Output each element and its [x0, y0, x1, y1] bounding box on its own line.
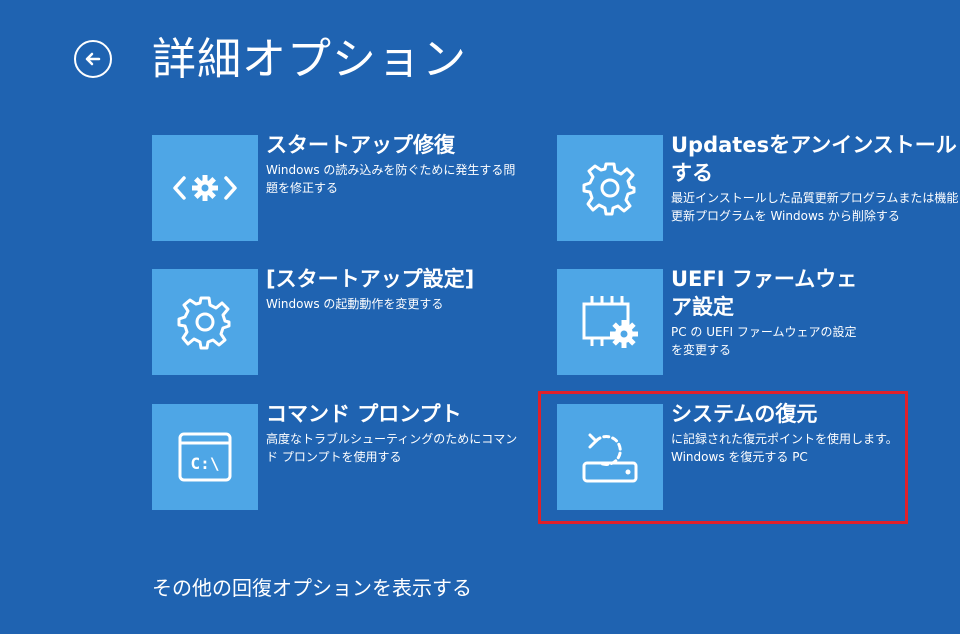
tile-description: Windows の読み込みを防ぐために発生する問題を修正する — [266, 163, 516, 195]
tile-title: UEFI ファームウェア設定 — [671, 267, 858, 319]
gear-icon — [152, 269, 258, 375]
tile-description: PC の UEFI ファームウェアの設定を変更する — [671, 325, 857, 357]
tile-title: [スタートアップ設定] — [266, 267, 475, 291]
startup-repair-icon — [152, 135, 258, 241]
tile-startup-repair[interactable]: スタートアップ修復 Windows の読み込みを防ぐために発生する問題を修正する — [152, 133, 515, 243]
page-title: 詳細オプション — [152, 34, 467, 85]
command-prompt-icon: C:\ — [152, 404, 258, 510]
tile-title: Updatesをアンインストールする — [671, 133, 957, 185]
tile-command-prompt[interactable]: C:\ コマンド プロンプト 高度なトラブルシューティングのためにコマンド プロ… — [152, 402, 517, 512]
arrow-left-icon — [83, 49, 103, 69]
tile-title: スタートアップ修復 — [266, 133, 455, 157]
prompt-text: C:\ — [191, 454, 220, 473]
back-button[interactable] — [74, 40, 112, 78]
gear-icon — [557, 135, 663, 241]
tile-startup-settings[interactable]: [スタートアップ設定] Windows の起動動作を変更する — [152, 267, 512, 377]
tile-uninstall-updates[interactable]: Updatesをアンインストールする 最近インストールした品質更新プログラムまた… — [557, 133, 958, 243]
more-recovery-options-link[interactable]: その他の回復オプションを表示する — [152, 574, 472, 602]
tile-description: Windows の起動動作を変更する — [266, 297, 444, 311]
tile-title: コマンド プロンプト — [266, 402, 462, 426]
tile-uefi-firmware-settings[interactable]: UEFI ファームウェア設定 PC の UEFI ファームウェアの設定を変更する — [557, 267, 917, 377]
highlight-box — [538, 391, 908, 524]
tile-description: 最近インストールした品質更新プログラムまたは機能更新プログラムを Windows… — [671, 191, 959, 223]
uefi-firmware-icon — [557, 269, 663, 375]
tile-description: 高度なトラブルシューティングのためにコマンド プロンプトを使用する — [266, 432, 518, 464]
